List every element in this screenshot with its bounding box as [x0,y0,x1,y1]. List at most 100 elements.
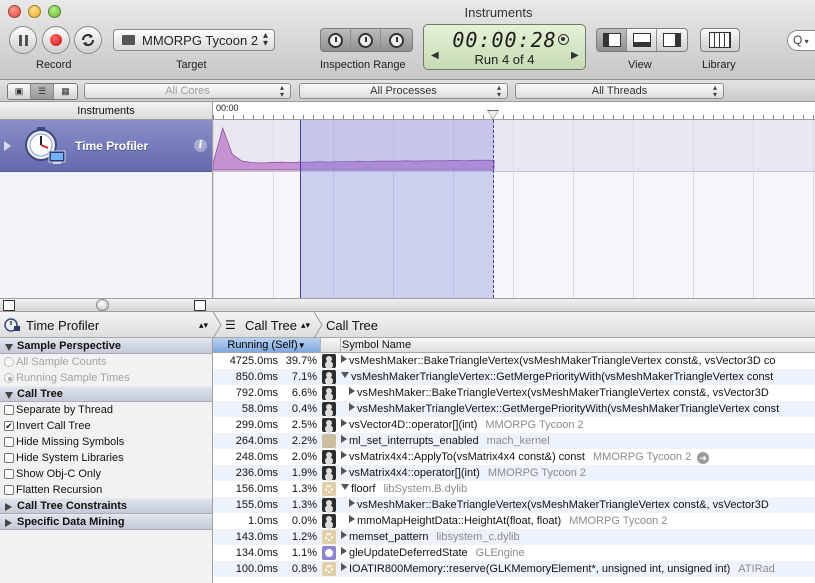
disclosure-triangle-icon[interactable] [349,403,355,411]
checkbox-hide-missing-symbols[interactable]: Hide Missing Symbols [0,434,212,450]
disclosure-triangle-icon[interactable] [341,484,349,490]
range-end-button[interactable] [381,29,411,51]
inspection-range-control [320,28,413,52]
disclosure-triangle-icon[interactable] [341,451,347,459]
table-row[interactable]: 58.0ms 0.4% vsMeshMakerTriangleVertex::Get… [213,401,815,417]
breadcrumb-view[interactable]: Call Tree [245,318,297,333]
disclosure-triangle-icon [5,392,13,399]
user-code-icon [322,354,336,368]
target-popup[interactable]: MMORPG Tycoon 2 ▴ ▾ [113,29,275,51]
table-row[interactable]: 4725.0ms 39.7% vsMeshMaker::BakeTriangleVe… [213,353,815,369]
checkbox-separate-by-thread[interactable]: Separate by Thread [0,402,212,418]
disclosure-triangle-icon[interactable] [4,141,11,151]
track-style-list-button[interactable]: ☰ [31,84,54,99]
instrument-row-time-profiler[interactable]: Time Profiler i [0,120,212,172]
table-row[interactable]: 792.0ms 6.6% vsMeshMaker::BakeTriangleVert… [213,385,815,401]
view-right-pane-button[interactable] [657,29,687,51]
symbol-cell: ml_set_interrupts_enabled mach_kernel [341,433,550,449]
disclosure-triangle-icon[interactable] [349,515,355,523]
radio-all-sample-counts[interactable]: All Sample Counts [0,354,212,370]
section-sample-perspective[interactable]: Sample Perspective [0,338,212,354]
table-row[interactable]: 264.0ms 2.2% ml_set_interrupts_enabled mach… [213,433,815,449]
disclosure-triangle-icon[interactable] [341,467,347,475]
disclosure-triangle-icon[interactable] [349,499,355,507]
symbol-name: floorf [351,483,376,495]
table-row[interactable]: 236.0ms 1.9% vsMatrix4x4::operator[](int) M… [213,465,815,481]
table-row[interactable]: 299.0ms 2.5% vsVector4D::operator[](int) MM… [213,417,815,433]
search-field[interactable]: Q ▾ [787,30,815,51]
time-profiler-icon [25,127,66,164]
symbol-name: vsMeshMaker::BakeTriangleVertex(vsMeshMa… [349,355,776,367]
processes-popup[interactable]: All Processes ▴ ▾ [299,83,508,99]
checkbox-show-objc-only[interactable]: Show Obj-C Only [0,466,212,482]
track-style-graph-button[interactable]: ▣ [8,84,31,99]
column-header-running-self[interactable]: Running (Self)▼ [213,338,321,353]
section-call-tree-constraints[interactable]: Call Tree Constraints [0,498,212,514]
symbol-cell: vsVector4D::operator[](int) MMORPG Tycoon… [341,417,584,433]
column-header-symbol-name[interactable]: Symbol Name [341,338,815,353]
record-button[interactable] [42,26,70,54]
disclosure-triangle-icon[interactable] [341,563,347,571]
playhead-icon[interactable] [488,111,498,119]
running-time: 100.0ms [235,563,278,575]
disclosure-triangle-icon [5,344,13,351]
checkbox-hide-system-libraries[interactable]: Hide System Libraries [0,450,212,466]
target-label: Target [176,59,207,71]
range-start-button[interactable] [321,29,351,51]
cores-popup[interactable]: All Cores ▴ ▾ [84,83,291,99]
running-percent: 6.6% [291,387,317,399]
checkbox-flatten-recursion[interactable]: Flatten Recursion [0,482,212,498]
range-clear-button[interactable] [351,29,381,51]
splitter-knob[interactable] [96,299,109,311]
radio-running-sample-times[interactable]: Running Sample Times [0,370,212,386]
loop-button[interactable] [74,26,102,54]
disclosure-triangle-icon[interactable] [341,372,349,378]
disclosure-triangle-icon[interactable] [341,531,347,539]
track-timeline[interactable] [213,120,815,298]
running-percent: 0.4% [291,403,317,415]
table-row[interactable]: 100.0ms 0.8% IOATIR800Memory::reserve(GLKM… [213,561,815,577]
table-row[interactable]: 850.0ms 7.1% vsMeshMakerTriangleVertex::Ge… [213,369,815,385]
popup-arrows-icon[interactable]: ▴▾ [199,320,208,331]
pane-splitter[interactable] [0,298,815,312]
timeline-ruler[interactable]: 00:00 [213,102,815,120]
table-row[interactable]: 155.0ms 1.3% vsMeshMaker::BakeTriangleVert… [213,497,815,513]
library-button[interactable] [700,28,740,52]
breadcrumb-instrument[interactable]: Time Profiler [26,318,99,333]
go-to-source-icon[interactable]: ➜ [697,452,710,464]
symbol-cell: vsMeshMaker::BakeTriangleVertex(vsMeshMa… [341,353,776,369]
table-row[interactable]: 143.0ms 1.2% memset_pattern libsystem_c.dyl… [213,529,815,545]
threads-popup[interactable]: All Threads ▴ ▾ [515,83,724,99]
table-row[interactable]: 1.0ms 0.0% mmoMapHeightData::HeightAt(floa… [213,513,815,529]
track-style-table-button[interactable]: ▦ [54,84,77,99]
filter-bar: ▣ ☰ ▦ All Cores ▴ ▾ All Processes ▴ ▾ All … [0,80,815,102]
previous-run-button[interactable]: ◀ [431,50,439,61]
inspection-range-selection[interactable] [300,120,494,298]
time-mode-icon[interactable] [558,34,569,45]
disclosure-triangle-icon[interactable] [349,387,355,395]
table-row[interactable]: 248.0ms 2.0% vsMatrix4x4::ApplyTo(vsMatrix… [213,449,815,465]
clock-end-icon [388,32,404,48]
table-row[interactable]: 134.0ms 1.1% gleUpdateDeferredState GLEngin… [213,545,815,561]
disclosure-triangle-icon[interactable] [341,355,347,363]
column-header-icon[interactable] [321,338,341,353]
next-run-button[interactable]: ▶ [571,50,579,61]
section-call-tree[interactable]: Call Tree [0,386,212,402]
disclosure-triangle-icon[interactable] [341,419,347,427]
view-left-pane-button[interactable] [597,29,627,51]
graphics-library-icon [322,546,336,560]
info-icon[interactable]: i [194,139,207,152]
symbol-cell: vsMatrix4x4::ApplyTo(vsMatrix4x4 const&)… [341,449,710,465]
running-time: 850.0ms [235,371,278,383]
running-percent: 2.2% [291,435,317,447]
view-bottom-pane-button[interactable] [627,29,657,51]
section-specific-data-mining[interactable]: Specific Data Mining [0,514,212,530]
pause-button[interactable] [9,26,37,54]
checkbox-icon [4,469,14,479]
checkbox-invert-call-tree[interactable]: ✔ Invert Call Tree [0,418,212,434]
symbol-name: vsMatrix4x4::operator[](int) [349,467,480,479]
popup-arrows-icon[interactable]: ▴▾ [301,320,310,331]
disclosure-triangle-icon[interactable] [341,547,347,555]
disclosure-triangle-icon[interactable] [341,435,347,443]
table-row[interactable]: 156.0ms 1.3% floorf libSystem.B.dylib [213,481,815,497]
